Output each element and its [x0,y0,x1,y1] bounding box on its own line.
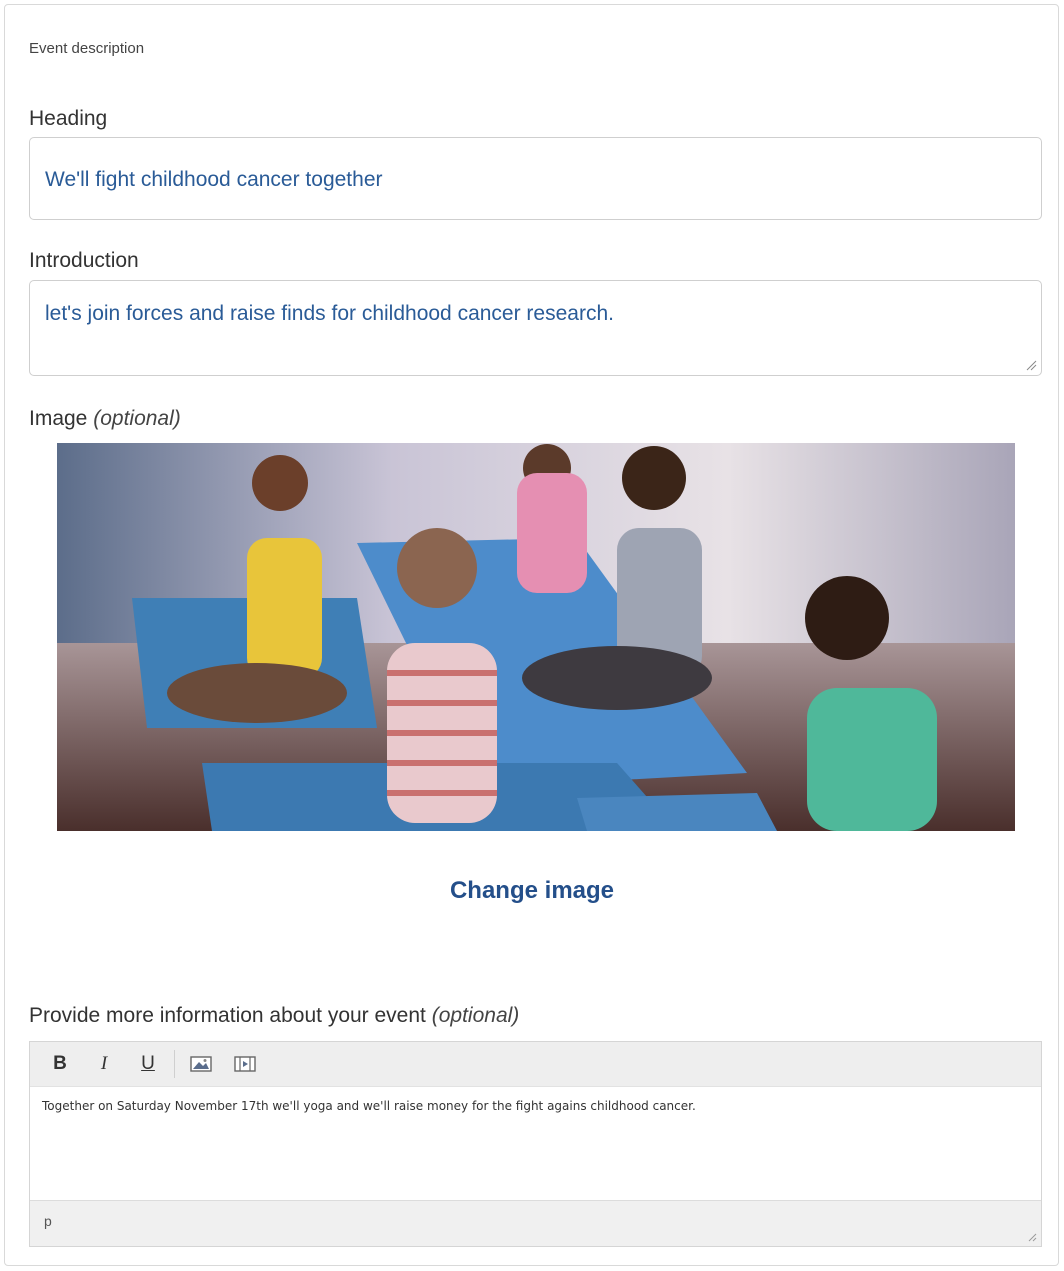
introduction-text: let's join forces and raise finds for ch… [45,302,614,325]
insert-media-icon [234,1056,256,1072]
introduction-label: Introduction [29,249,139,272]
bold-button[interactable]: B [38,1042,82,1086]
toolbar-separator [174,1050,175,1078]
more-info-optional-text: (optional) [431,1004,520,1027]
introduction-textarea[interactable]: let's join forces and raise finds for ch… [29,280,1042,376]
resize-handle-icon[interactable] [1025,359,1037,371]
insert-image-button[interactable] [179,1042,223,1086]
insert-media-button[interactable] [223,1042,267,1086]
editor-toolbar: B I U [30,1042,1041,1087]
editor-resize-handle-icon[interactable] [1027,1232,1037,1242]
more-info-label: Provide more information about your even… [29,1004,519,1028]
section-title: Event description [29,40,145,57]
image-optional-text: (optional) [93,407,181,430]
italic-button[interactable]: I [82,1042,126,1086]
editor-content[interactable]: Together on Saturday November 17th we'll… [30,1087,1041,1201]
editor-statusbar: p [30,1200,1041,1246]
element-path[interactable]: p [44,1213,52,1229]
heading-label: Heading [29,107,108,130]
heading-input[interactable]: We'll fight childhood cancer together [29,137,1042,220]
image-label: Image (optional) [29,407,181,431]
underline-button[interactable]: U [126,1042,170,1086]
image-label-text: Image [29,407,88,430]
rich-text-editor: B I U Together on Saturday November 17th… [29,1041,1042,1247]
insert-image-icon [190,1056,212,1072]
event-image [57,443,1015,831]
change-image-link[interactable]: Change image [0,877,1064,905]
more-info-label-text: Provide more information about your even… [29,1004,426,1027]
